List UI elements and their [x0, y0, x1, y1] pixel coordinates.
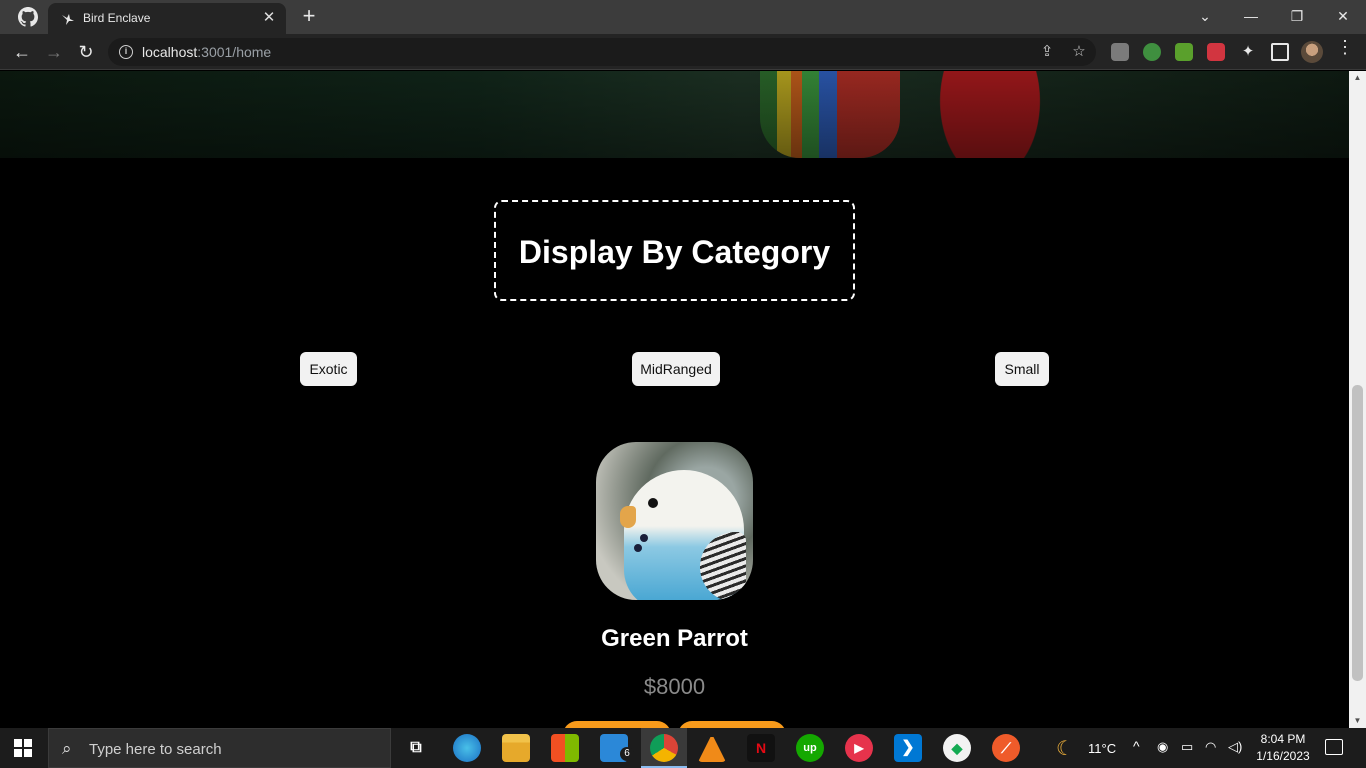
scroll-up-arrow-icon[interactable]: ▲ — [1349, 71, 1366, 85]
search-placeholder: Type here to search — [89, 741, 222, 758]
address-bar[interactable]: i localhost:3001/home ⇪ ☆ — [108, 38, 1096, 66]
hero-shade — [0, 71, 1349, 158]
cart-extension-icon[interactable] — [1175, 43, 1193, 61]
notification-center-icon[interactable] — [1325, 739, 1343, 755]
share-icon[interactable]: ⇪ — [1038, 43, 1056, 61]
tab-title: Bird Enclave — [83, 11, 151, 25]
url-path: :3001/home — [197, 44, 272, 60]
bookmark-star-icon[interactable]: ☆ — [1070, 43, 1088, 61]
back-arrow-icon[interactable]: ← — [10, 40, 34, 64]
weather-moon-icon[interactable]: ☾ — [1056, 736, 1074, 761]
edge-icon[interactable] — [453, 734, 481, 762]
windows-taskbar: ⌕ Type here to search ⧉ 6 N up ▶ ❯ ◆ ⟋ ☾… — [0, 728, 1366, 768]
browser-toolbar: ← → ↻ i localhost:3001/home ⇪ ☆ ✦ ⋮ — [0, 34, 1366, 70]
url-text[interactable]: localhost:3001/home — [142, 44, 271, 60]
forward-arrow-icon[interactable]: → — [42, 40, 66, 64]
windows-start-icon[interactable] — [14, 739, 32, 757]
github-icon[interactable] — [18, 7, 38, 27]
wifi-icon[interactable]: ◠ — [1205, 739, 1216, 755]
mail-badge: 6 — [620, 747, 634, 761]
category-heading-box: Display By Category — [494, 200, 855, 301]
skype-extension-icon[interactable] — [1111, 43, 1129, 61]
vlc-icon[interactable] — [698, 734, 726, 762]
tray-record-icon[interactable]: ◉ — [1157, 739, 1168, 755]
tray-chevron-icon[interactable]: ^ — [1133, 738, 1140, 754]
scroll-thumb[interactable] — [1352, 385, 1363, 681]
new-tab-button[interactable]: + — [298, 5, 320, 28]
category-button-exotic[interactable]: Exotic — [300, 352, 357, 386]
product-image[interactable] — [596, 442, 753, 600]
task-view-icon[interactable]: ⧉ — [402, 734, 430, 762]
upwork-icon[interactable]: up — [796, 734, 824, 762]
hero-banner-image — [0, 71, 1349, 158]
product-action-button[interactable] — [678, 721, 786, 728]
product-action-button[interactable] — [563, 721, 671, 728]
profile-avatar[interactable] — [1301, 41, 1323, 63]
page-scrollbar[interactable]: ▲ ▼ — [1349, 71, 1366, 728]
product-price: $8000 — [643, 674, 706, 699]
chrome-menu-icon[interactable]: ⋮ — [1336, 38, 1354, 62]
clock-time[interactable]: 8:04 PM — [1255, 732, 1311, 746]
battery-icon[interactable]: ▭ — [1181, 739, 1193, 755]
browser-titlebar: Bird Enclave ✕ + ⌄ — ❐ ✕ — [0, 0, 1366, 34]
bird-eye — [648, 498, 658, 508]
bird-cheek-spot — [634, 544, 642, 552]
category-button-small[interactable]: Small — [995, 352, 1049, 386]
browser-tab[interactable]: Bird Enclave ✕ — [48, 3, 286, 34]
weather-temperature[interactable]: 11°C — [1088, 741, 1116, 756]
mongodb-icon[interactable]: ◆ — [943, 734, 971, 762]
site-info-icon[interactable]: i — [119, 45, 133, 59]
reload-icon[interactable]: ↻ — [74, 40, 98, 64]
postman-icon[interactable]: ⟋ — [992, 734, 1020, 762]
media-player-icon[interactable]: ▶ — [845, 734, 873, 762]
minimize-button[interactable]: — — [1239, 4, 1263, 28]
page-viewport: Display By Category Exotic MidRanged Sma… — [0, 71, 1349, 728]
product-name: Green Parrot — [601, 625, 748, 652]
bird-beak — [620, 506, 636, 528]
bird-favicon-icon — [62, 14, 74, 25]
category-button-midranged[interactable]: MidRanged — [632, 352, 720, 386]
vscode-icon[interactable]: ❯ — [894, 734, 922, 762]
netflix-icon[interactable]: N — [747, 734, 775, 762]
clock-date[interactable]: 1/16/2023 — [1252, 749, 1314, 763]
taskbar-search-box[interactable]: ⌕ Type here to search — [48, 728, 391, 768]
volume-icon[interactable]: ◁) — [1228, 739, 1242, 755]
red-extension-icon[interactable] — [1207, 43, 1225, 61]
bird-cheek-spot — [640, 534, 648, 542]
search-icon: ⌕ — [62, 739, 72, 758]
tab-close-icon[interactable]: ✕ — [260, 9, 278, 27]
section-title: Display By Category — [518, 234, 831, 270]
tab-search-icon[interactable]: ⌄ — [1193, 4, 1217, 28]
scroll-down-arrow-icon[interactable]: ▼ — [1349, 714, 1366, 728]
chrome-icon[interactable] — [650, 734, 678, 762]
globe-extension-icon[interactable] — [1143, 43, 1161, 61]
extensions-puzzle-icon[interactable]: ✦ — [1239, 43, 1257, 61]
close-window-button[interactable]: ✕ — [1331, 4, 1355, 28]
url-host: localhost — [142, 44, 198, 60]
side-panel-icon[interactable] — [1271, 43, 1289, 61]
store-icon[interactable] — [551, 734, 579, 762]
file-explorer-icon[interactable] — [502, 734, 530, 762]
restore-button[interactable]: ❐ — [1285, 4, 1309, 28]
